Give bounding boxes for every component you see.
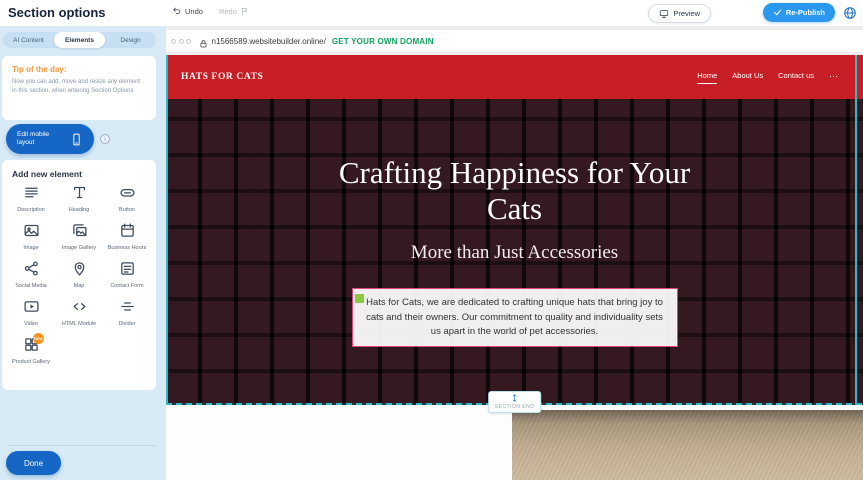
check-icon xyxy=(773,8,782,17)
video-icon xyxy=(23,298,40,315)
sidebar-tabs: AI Content Elements Design xyxy=(3,32,156,48)
element-item-contact-form[interactable]: Contact Form xyxy=(103,260,151,293)
site-nav-about-us[interactable]: About Us xyxy=(732,71,763,84)
element-item-product-gallery[interactable]: New Product Gallery xyxy=(7,336,55,369)
hero-heading[interactable]: Crafting Happiness for Your Cats xyxy=(315,155,715,226)
republish-button[interactable]: Re-Publish xyxy=(763,3,835,22)
tip-title: Tip of the day: xyxy=(2,56,156,74)
section-selection-border-left xyxy=(166,55,168,405)
site-section-selected: HATS FOR CATS Home About Us Contact us ⋯… xyxy=(166,55,863,405)
element-item-html-module[interactable]: HTML Module xyxy=(55,298,103,331)
button-icon xyxy=(119,184,136,201)
browser-dot-icon xyxy=(179,39,184,44)
get-own-domain-link[interactable]: GET YOUR OWN DOMAIN xyxy=(332,37,434,46)
tab-design[interactable]: Design xyxy=(105,32,156,48)
flag-icon xyxy=(240,7,249,16)
next-section-photo xyxy=(512,410,863,480)
undo-button[interactable]: Undo xyxy=(172,6,203,16)
element-item-image-gallery[interactable]: Image Gallery xyxy=(55,222,103,255)
browser-address-bar: n1566589.websitebuilder.online/ GET YOUR… xyxy=(166,30,863,52)
section-end-label: SECTION END xyxy=(495,404,535,410)
tip-body: Now you can add, move and resize any ele… xyxy=(2,74,156,97)
new-badge: New xyxy=(33,333,44,344)
page-title: Section options xyxy=(8,5,106,20)
section-resize-handle[interactable]: SECTION END xyxy=(488,391,542,413)
site-nav-home[interactable]: Home xyxy=(697,71,717,84)
text-lines-icon xyxy=(23,184,40,201)
globe-icon xyxy=(843,6,857,20)
element-item-map[interactable]: Map xyxy=(55,260,103,293)
edit-mobile-layout-button[interactable]: Edit mobile layout xyxy=(6,124,94,154)
next-section-preview xyxy=(166,405,863,480)
nav-more-icon[interactable]: ⋯ xyxy=(829,71,839,83)
browser-dot-icon xyxy=(171,39,176,44)
add-new-element-title: Add new element xyxy=(2,160,156,182)
element-item-divider[interactable]: Divider xyxy=(103,298,151,331)
preview-button[interactable]: Preview xyxy=(648,4,711,23)
site-logo[interactable]: HATS FOR CATS xyxy=(181,72,263,82)
done-button[interactable]: Done xyxy=(6,451,61,475)
site-nav: Home About Us Contact us ⋯ xyxy=(697,71,839,84)
preview-area: n1566589.websitebuilder.online/ GET YOUR… xyxy=(166,26,863,480)
element-item-description[interactable]: Description xyxy=(7,184,55,217)
site-url: n1566589.websitebuilder.online/ xyxy=(212,37,326,46)
image-gallery-icon xyxy=(71,222,88,239)
form-icon xyxy=(119,260,136,277)
info-icon[interactable]: i xyxy=(100,134,110,144)
calendar-icon xyxy=(119,222,136,239)
tab-elements[interactable]: Elements xyxy=(54,32,105,48)
sidebar-divider xyxy=(8,445,156,446)
app-root: Section options Undo Redo Preview xyxy=(0,0,863,480)
element-drag-handle[interactable] xyxy=(355,294,364,303)
lock-icon xyxy=(199,36,208,46)
element-item-business-hours[interactable]: Business Hours xyxy=(103,222,151,255)
element-item-button[interactable]: Button xyxy=(103,184,151,217)
tip-of-the-day-card: Tip of the day: Now you can add, move an… xyxy=(2,56,156,120)
element-item-video[interactable]: Video xyxy=(7,298,55,331)
map-pin-icon xyxy=(71,260,88,277)
hero-subheading[interactable]: More than Just Accessories xyxy=(166,242,863,264)
language-globe-button[interactable] xyxy=(843,6,857,20)
history-controls: Undo Redo xyxy=(172,6,249,16)
element-item-heading[interactable]: Heading xyxy=(55,184,103,217)
browser-dot-icon xyxy=(186,39,191,44)
section-selection-border-right xyxy=(855,55,857,405)
image-icon xyxy=(23,222,40,239)
hero-paragraph-text: Hats for Cats, we are dedicated to craft… xyxy=(366,297,663,337)
resize-vertical-icon xyxy=(510,393,519,403)
hero-section: Crafting Happiness for Your Cats More th… xyxy=(166,99,863,405)
add-new-element-panel: Add new element Description Heading xyxy=(2,160,156,390)
site-header: HATS FOR CATS Home About Us Contact us ⋯ xyxy=(166,55,863,99)
top-toolbar: Section options Undo Redo Preview xyxy=(0,0,863,26)
hero-paragraph-element[interactable]: Hats for Cats, we are dedicated to craft… xyxy=(352,288,678,347)
site-nav-contact-us[interactable]: Contact us xyxy=(778,71,814,84)
share-icon xyxy=(23,260,40,277)
builder-sidebar: AI Content Elements Design Tip of the da… xyxy=(0,26,166,480)
element-item-social-media[interactable]: Social Media xyxy=(7,260,55,293)
mobile-phone-icon xyxy=(70,133,83,146)
heading-icon xyxy=(71,184,88,201)
undo-icon xyxy=(172,6,182,16)
monitor-icon xyxy=(659,9,669,19)
element-grid: Description Heading Button xyxy=(2,182,156,371)
element-item-image[interactable]: Image xyxy=(7,222,55,255)
redo-button[interactable]: Redo xyxy=(219,7,249,16)
tab-ai-content[interactable]: AI Content xyxy=(3,32,54,48)
code-icon xyxy=(71,298,88,315)
divider-icon xyxy=(119,298,136,315)
